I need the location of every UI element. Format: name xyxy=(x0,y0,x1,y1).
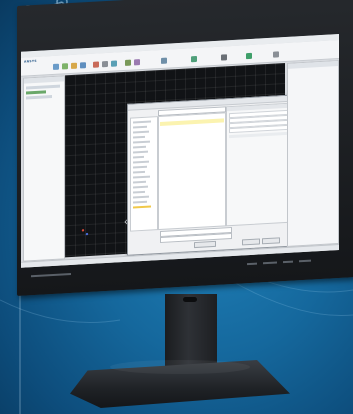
ribbon-button[interactable] xyxy=(161,57,167,64)
taskbar-item xyxy=(31,272,71,278)
cable-hole xyxy=(183,297,197,302)
ribbon-button[interactable] xyxy=(93,61,99,68)
folder-tree xyxy=(130,116,158,232)
ok-button[interactable] xyxy=(242,238,260,246)
ribbon-button[interactable] xyxy=(191,55,197,63)
folder-item[interactable] xyxy=(133,180,146,184)
tree-item[interactable] xyxy=(26,95,52,100)
folder-item[interactable] xyxy=(133,130,149,134)
folder-item[interactable] xyxy=(133,190,145,194)
folder-item[interactable] xyxy=(133,135,145,139)
ribbon-button[interactable] xyxy=(111,60,117,67)
folder-item[interactable] xyxy=(133,150,148,154)
ribbon-button[interactable] xyxy=(102,60,108,68)
tree-item[interactable] xyxy=(26,90,46,95)
folder-item[interactable] xyxy=(133,195,149,199)
folder-item-selected[interactable] xyxy=(133,205,151,209)
folder-item[interactable] xyxy=(133,170,145,174)
properties-panel xyxy=(287,59,339,247)
taskbar-item xyxy=(263,261,277,265)
file-list xyxy=(158,112,226,231)
folder-item[interactable] xyxy=(133,200,147,204)
ribbon-button[interactable] xyxy=(71,62,77,69)
project-tree-panel xyxy=(23,75,65,262)
monitor-bezel: ANSYS xyxy=(17,0,353,296)
cancel-button[interactable] xyxy=(262,237,280,245)
swoosh-line xyxy=(0,299,121,323)
properties-panel-header xyxy=(288,61,338,69)
graphics-viewport[interactable] xyxy=(65,63,307,258)
axis-marker xyxy=(81,229,85,232)
folder-item[interactable] xyxy=(133,185,148,189)
file-open-dialog xyxy=(127,93,307,256)
ribbon-button[interactable] xyxy=(80,62,86,69)
ribbon-button[interactable] xyxy=(62,63,68,70)
folder-item[interactable] xyxy=(133,165,147,169)
taskbar-item xyxy=(299,259,311,263)
open-button[interactable] xyxy=(194,240,216,249)
ribbon-button[interactable] xyxy=(221,54,227,61)
monitor-stand-neck xyxy=(165,294,217,366)
folder-item[interactable] xyxy=(133,140,150,144)
folder-item[interactable] xyxy=(133,120,151,124)
swoosh-line xyxy=(229,279,353,317)
monitor-screen: ANSYS xyxy=(21,33,339,268)
ribbon-logo: ANSYS xyxy=(24,58,37,64)
ribbon-button[interactable] xyxy=(53,63,59,70)
stand-base-highlight xyxy=(110,360,250,374)
ribbon-button[interactable] xyxy=(273,51,279,58)
project-tree-header xyxy=(24,76,64,84)
axis-marker xyxy=(85,232,89,236)
folder-item[interactable] xyxy=(133,175,150,179)
tree-item[interactable] xyxy=(26,84,60,90)
folder-item[interactable] xyxy=(133,155,144,159)
folder-item[interactable] xyxy=(133,125,147,129)
ribbon-button[interactable] xyxy=(134,59,140,66)
file-row-selected[interactable] xyxy=(160,118,224,127)
ribbon-button[interactable] xyxy=(125,59,131,66)
taskbar-item xyxy=(247,262,257,266)
taskbar-item xyxy=(283,260,293,264)
ribbon-button[interactable] xyxy=(246,52,252,60)
folder-item[interactable] xyxy=(133,145,146,149)
folder-item[interactable] xyxy=(133,160,149,164)
